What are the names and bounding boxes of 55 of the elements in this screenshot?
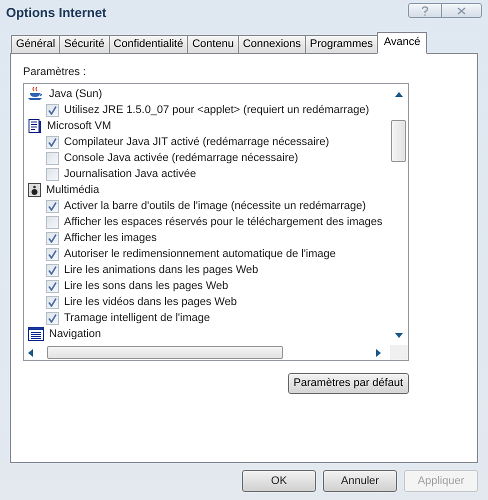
option-label: Console Java activée (redémarrage nécessaire) xyxy=(64,150,298,166)
tab[interactable]: Contenu xyxy=(187,35,239,54)
checkbox[interactable] xyxy=(46,104,59,116)
option-label: Autoriser le redimensionnement automatique de l'image xyxy=(64,246,336,262)
option-label: Journalisation Java activée xyxy=(64,166,196,182)
option-label: Afficher les espaces réservés pour le téléchargement des images xyxy=(64,214,382,230)
checkbox[interactable] xyxy=(46,136,59,148)
close-icon xyxy=(457,6,466,14)
group-heading: Java (Sun) xyxy=(49,86,102,102)
checkbox[interactable] xyxy=(46,312,59,324)
scrollbar-corner xyxy=(390,345,408,360)
scroll-right-icon xyxy=(376,349,381,357)
option-label: Lire les vidéos dans les pages Web xyxy=(64,294,237,310)
scroll-thumb[interactable] xyxy=(47,346,283,359)
coffee-cup-icon xyxy=(28,87,44,101)
option-label: Utilisez JRE 1.5.0_07 pour <applet> (requiert un redémarrage) xyxy=(64,102,370,118)
option-label: Compilateur Java JIT activé (redémarrage nécessaire) xyxy=(64,134,330,150)
scroll-up-icon xyxy=(395,92,403,97)
dialog-button[interactable]: OK xyxy=(242,470,316,492)
checkbox[interactable] xyxy=(46,152,59,164)
tab[interactable]: Sécurité xyxy=(59,35,110,54)
checkbox[interactable] xyxy=(46,296,59,308)
tab[interactable]: Connexions xyxy=(238,35,306,54)
checkbox[interactable] xyxy=(46,280,59,292)
group-heading: Navigation xyxy=(49,326,101,342)
group-heading: Multimédia xyxy=(46,182,100,198)
option-label: Lire les sons dans les pages Web xyxy=(64,278,228,294)
option-label: Activer la barre d'outils de l'image (nécessite un redémarrage) xyxy=(64,198,366,214)
settings-label: Paramètres : xyxy=(23,65,87,79)
checkbox[interactable] xyxy=(46,264,59,276)
document-icon xyxy=(28,118,42,134)
scroll-thumb[interactable] xyxy=(391,120,406,162)
restore-defaults-button[interactable]: Paramètres par défaut xyxy=(288,373,409,394)
option-label: Afficher les images xyxy=(64,230,157,246)
option-label: Tramage intelligent de l'image xyxy=(64,310,210,326)
checkbox[interactable] xyxy=(46,216,59,228)
window-title: Options Internet xyxy=(6,4,106,22)
tab[interactable]: Confidentialité xyxy=(108,35,188,54)
help-icon xyxy=(421,6,429,16)
option-label: Lire les animations dans les pages Web xyxy=(64,262,258,278)
checkbox[interactable] xyxy=(46,248,59,260)
list-icon xyxy=(28,327,44,341)
tab[interactable]: Général xyxy=(11,35,60,54)
checkbox[interactable] xyxy=(46,200,59,212)
tab[interactable]: Programmes xyxy=(304,35,378,54)
scroll-left-icon xyxy=(28,349,33,357)
checkbox[interactable] xyxy=(46,232,59,244)
scroll-down-icon xyxy=(395,333,403,338)
tab[interactable]: Avancé xyxy=(376,32,428,54)
close-button[interactable] xyxy=(442,3,482,18)
dialog-button[interactable]: Annuler xyxy=(323,470,397,492)
group-heading: Microsoft VM xyxy=(47,118,112,134)
speaker-icon xyxy=(28,183,41,197)
checkbox[interactable] xyxy=(46,168,59,180)
help-button[interactable] xyxy=(408,3,442,18)
